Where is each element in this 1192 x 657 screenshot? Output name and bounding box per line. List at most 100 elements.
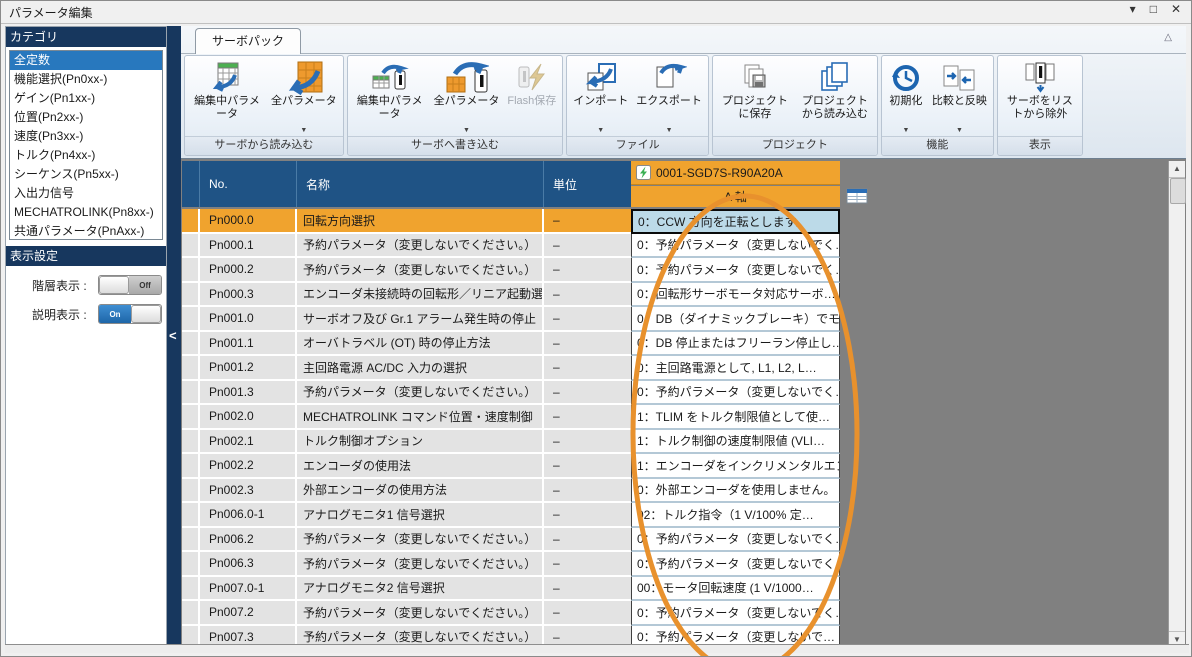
tab-servopack[interactable]: サーボパック bbox=[195, 28, 301, 54]
dropdown-arrow-icon[interactable]: ▼ bbox=[666, 125, 673, 136]
param-value-cell[interactable]: 0：主回路電源として, L1, L2, L… bbox=[631, 356, 840, 381]
sidebar-category-item[interactable]: 位置(Pn2xx-) bbox=[10, 108, 162, 127]
param-no-cell[interactable]: Pn000.0 bbox=[200, 209, 297, 234]
param-no-cell[interactable]: Pn001.1 bbox=[200, 332, 297, 357]
read-edited-params-button[interactable]: 編集中パラメータ bbox=[187, 58, 267, 136]
row-selector-cell[interactable] bbox=[182, 479, 200, 504]
column-select-grid-icon[interactable] bbox=[846, 188, 868, 204]
param-name-cell[interactable]: MECHATROLINK コマンド位置・速度制御 bbox=[297, 405, 544, 430]
param-no-cell[interactable]: Pn000.3 bbox=[200, 283, 297, 308]
row-selector-cell[interactable] bbox=[182, 528, 200, 553]
scrollbar-thumb[interactable] bbox=[1170, 178, 1186, 204]
pin-window-icon[interactable]: ▾ bbox=[1130, 2, 1136, 16]
param-value-cell[interactable]: 0：DB 停止またはフリーラン停止し… bbox=[631, 332, 840, 357]
maximize-icon[interactable]: □ bbox=[1150, 2, 1157, 16]
param-name-cell[interactable]: 予約パラメータ（変更しないでください。） bbox=[297, 552, 544, 577]
load-from-project-button[interactable]: プロジェクトから読み込む bbox=[795, 58, 875, 136]
param-unit-cell[interactable]: – bbox=[544, 430, 631, 455]
sidebar-category-item[interactable]: 全定数 bbox=[10, 51, 162, 70]
param-unit-cell[interactable]: – bbox=[544, 528, 631, 553]
dropdown-arrow-icon[interactable]: ▼ bbox=[597, 125, 604, 136]
param-value-cell[interactable]: 02：トルク指令（1 V/100% 定… bbox=[631, 503, 840, 528]
sidebar-category-item[interactable]: 機能選択(Pn0xx-) bbox=[10, 70, 162, 89]
param-name-cell[interactable]: エンコーダ未接続時の回転形／リニア起動選 bbox=[297, 283, 544, 308]
param-value-cell[interactable]: 0：予約パラメータ（変更しないでく… bbox=[631, 528, 840, 553]
column-header-unit[interactable]: 単位 bbox=[544, 161, 631, 207]
vertical-scrollbar[interactable]: ▲ ▼ bbox=[1168, 161, 1185, 648]
scroll-up-icon[interactable]: ▲ bbox=[1169, 161, 1185, 178]
read-all-params-button[interactable]: 全パラメータ ▼ bbox=[267, 58, 341, 136]
row-selector-cell[interactable] bbox=[182, 209, 200, 234]
param-unit-cell[interactable]: – bbox=[544, 577, 631, 602]
row-selector-cell[interactable] bbox=[182, 332, 200, 357]
column-header-no[interactable]: No. bbox=[200, 161, 297, 207]
sidebar-category-item[interactable]: 速度(Pn3xx-) bbox=[10, 127, 162, 146]
param-value-cell[interactable]: 0：予約パラメータ（変更しないでく… bbox=[631, 234, 840, 259]
row-selector-cell[interactable] bbox=[182, 258, 200, 283]
column-header-name[interactable]: 名称 bbox=[297, 161, 544, 207]
import-button[interactable]: インポート ▼ bbox=[569, 58, 632, 136]
param-no-cell[interactable]: Pn001.0 bbox=[200, 307, 297, 332]
row-selector-cell[interactable] bbox=[182, 283, 200, 308]
sidebar-category-item[interactable]: MECHATROLINK(Pn8xx-) bbox=[10, 203, 162, 222]
sidebar-category-item[interactable]: シーケンス(Pn5xx-) bbox=[10, 165, 162, 184]
row-selector-cell[interactable] bbox=[182, 552, 200, 577]
param-value-cell[interactable]: 0：予約パラメータ（変更しないでく… bbox=[631, 381, 840, 406]
dropdown-arrow-icon[interactable]: ▼ bbox=[956, 125, 963, 136]
param-unit-cell[interactable]: – bbox=[544, 234, 631, 259]
param-unit-cell[interactable]: – bbox=[544, 332, 631, 357]
write-all-params-button[interactable]: 全パラメータ ▼ bbox=[430, 58, 504, 136]
param-no-cell[interactable]: Pn002.1 bbox=[200, 430, 297, 455]
exclude-servo-button[interactable]: サーボをリストから除外 bbox=[1000, 58, 1080, 136]
row-selector-cell[interactable] bbox=[182, 307, 200, 332]
row-selector-cell[interactable] bbox=[182, 381, 200, 406]
param-unit-cell[interactable]: – bbox=[544, 356, 631, 381]
param-name-cell[interactable]: 予約パラメータ（変更しないでください。） bbox=[297, 601, 544, 626]
collapse-sidebar-icon[interactable]: < bbox=[169, 328, 177, 343]
param-no-cell[interactable]: Pn000.2 bbox=[200, 258, 297, 283]
sidebar-category-item[interactable]: 入出力信号 bbox=[10, 184, 162, 203]
row-selector-cell[interactable] bbox=[182, 405, 200, 430]
sidebar-category-item[interactable]: ゲイン(Pn1xx-) bbox=[10, 89, 162, 108]
dropdown-arrow-icon[interactable]: ▼ bbox=[463, 125, 470, 136]
hierarchy-display-toggle[interactable]: Off bbox=[98, 275, 162, 295]
initialize-button[interactable]: 初期化 ▼ bbox=[884, 58, 928, 136]
param-unit-cell[interactable]: – bbox=[544, 381, 631, 406]
param-unit-cell[interactable]: – bbox=[544, 552, 631, 577]
row-selector-cell[interactable] bbox=[182, 601, 200, 626]
axis-device-header[interactable]: 0001-SGD7S-R90A20A bbox=[631, 161, 840, 185]
param-value-cell[interactable]: 1：エンコーダをインクリメンタルエンコ… bbox=[631, 454, 840, 479]
param-unit-cell[interactable]: – bbox=[544, 258, 631, 283]
row-selector-cell[interactable] bbox=[182, 454, 200, 479]
axis-name-header[interactable]: A 軸 bbox=[631, 186, 840, 207]
write-edited-params-button[interactable]: 編集中パラメータ bbox=[350, 58, 430, 136]
param-unit-cell[interactable]: – bbox=[544, 307, 631, 332]
param-name-cell[interactable]: エンコーダの使用法 bbox=[297, 454, 544, 479]
param-name-cell[interactable]: 予約パラメータ（変更しないでください。） bbox=[297, 381, 544, 406]
save-to-project-button[interactable]: プロジェクトに保存 bbox=[715, 58, 795, 136]
param-value-cell[interactable]: 0：DB（ダイナミックブレーキ）でモ… bbox=[631, 307, 840, 332]
param-value-cell[interactable]: 0：回転形サーボモータ対応サーボ… bbox=[631, 283, 840, 308]
ribbon-collapse-icon[interactable]: △ bbox=[1164, 32, 1172, 43]
row-selector-cell[interactable] bbox=[182, 430, 200, 455]
param-name-cell[interactable]: アナログモニタ1 信号選択 bbox=[297, 503, 544, 528]
param-name-cell[interactable]: 主回路電源 AC/DC 入力の選択 bbox=[297, 356, 544, 381]
row-selector-cell[interactable] bbox=[182, 234, 200, 259]
row-selector-cell[interactable] bbox=[182, 503, 200, 528]
param-no-cell[interactable]: Pn000.1 bbox=[200, 234, 297, 259]
param-name-cell[interactable]: アナログモニタ2 信号選択 bbox=[297, 577, 544, 602]
sidebar-category-item[interactable]: 共通パラメータ(PnAxx-) bbox=[10, 222, 162, 240]
param-no-cell[interactable]: Pn006.3 bbox=[200, 552, 297, 577]
param-name-cell[interactable]: オーバトラベル (OT) 時の停止方法 bbox=[297, 332, 544, 357]
param-value-cell[interactable]: 0：CCW 方向を正転とします。 bbox=[631, 209, 840, 234]
param-no-cell[interactable]: Pn006.2 bbox=[200, 528, 297, 553]
row-selector-cell[interactable] bbox=[182, 577, 200, 602]
param-no-cell[interactable]: Pn001.2 bbox=[200, 356, 297, 381]
param-value-cell[interactable]: 00：モータ回転速度 (1 V/1000… bbox=[631, 577, 840, 602]
param-no-cell[interactable]: Pn002.0 bbox=[200, 405, 297, 430]
row-selector-cell[interactable] bbox=[182, 356, 200, 381]
param-unit-cell[interactable]: – bbox=[544, 405, 631, 430]
param-no-cell[interactable]: Pn002.3 bbox=[200, 479, 297, 504]
param-no-cell[interactable]: Pn001.3 bbox=[200, 381, 297, 406]
dropdown-arrow-icon[interactable]: ▼ bbox=[300, 125, 307, 136]
